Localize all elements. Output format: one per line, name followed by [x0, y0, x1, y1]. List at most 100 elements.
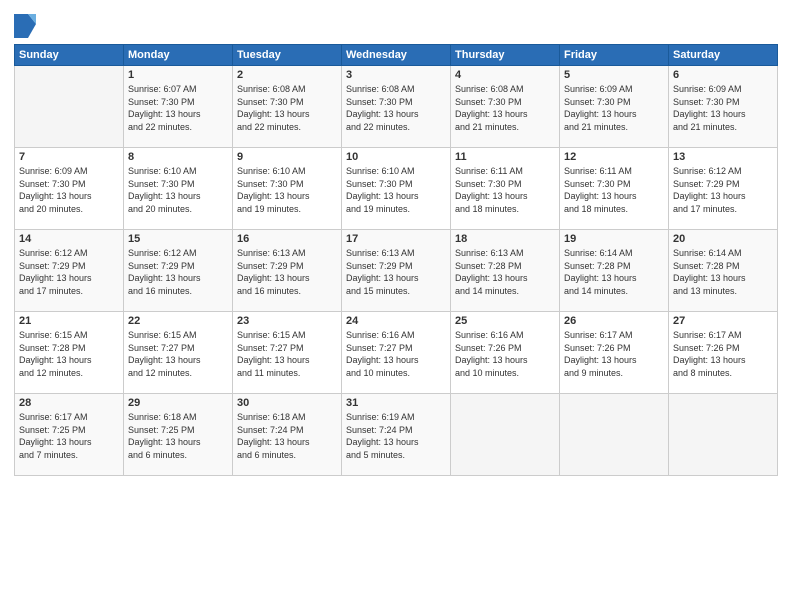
- day-cell: 3 Sunrise: 6:08 AMSunset: 7:30 PMDayligh…: [342, 66, 451, 148]
- day-cell: 14 Sunrise: 6:12 AMSunset: 7:29 PMDaylig…: [15, 230, 124, 312]
- day-number: 26: [564, 315, 664, 327]
- day-cell: 5 Sunrise: 6:09 AMSunset: 7:30 PMDayligh…: [560, 66, 669, 148]
- day-cell: 30 Sunrise: 6:18 AMSunset: 7:24 PMDaylig…: [233, 394, 342, 476]
- day-number: 2: [237, 69, 337, 81]
- day-cell: 29 Sunrise: 6:18 AMSunset: 7:25 PMDaylig…: [124, 394, 233, 476]
- day-cell: [15, 66, 124, 148]
- day-cell: 26 Sunrise: 6:17 AMSunset: 7:26 PMDaylig…: [560, 312, 669, 394]
- day-cell: 7 Sunrise: 6:09 AMSunset: 7:30 PMDayligh…: [15, 148, 124, 230]
- day-cell: 2 Sunrise: 6:08 AMSunset: 7:30 PMDayligh…: [233, 66, 342, 148]
- day-cell: 18 Sunrise: 6:13 AMSunset: 7:28 PMDaylig…: [451, 230, 560, 312]
- day-number: 31: [346, 397, 446, 409]
- day-number: 11: [455, 151, 555, 163]
- day-number: 3: [346, 69, 446, 81]
- day-cell: 27 Sunrise: 6:17 AMSunset: 7:26 PMDaylig…: [669, 312, 778, 394]
- logo-icon: [14, 10, 36, 38]
- day-number: 6: [673, 69, 773, 81]
- day-number: 21: [19, 315, 119, 327]
- day-number: 17: [346, 233, 446, 245]
- day-number: 8: [128, 151, 228, 163]
- day-info: Sunrise: 6:12 AMSunset: 7:29 PMDaylight:…: [19, 248, 92, 296]
- day-cell: 15 Sunrise: 6:12 AMSunset: 7:29 PMDaylig…: [124, 230, 233, 312]
- day-info: Sunrise: 6:13 AMSunset: 7:28 PMDaylight:…: [455, 248, 528, 296]
- day-info: Sunrise: 6:11 AMSunset: 7:30 PMDaylight:…: [564, 166, 637, 214]
- day-info: Sunrise: 6:08 AMSunset: 7:30 PMDaylight:…: [346, 84, 419, 132]
- day-info: Sunrise: 6:10 AMSunset: 7:30 PMDaylight:…: [237, 166, 310, 214]
- header-cell-tuesday: Tuesday: [233, 45, 342, 66]
- day-cell: 20 Sunrise: 6:14 AMSunset: 7:28 PMDaylig…: [669, 230, 778, 312]
- day-info: Sunrise: 6:15 AMSunset: 7:27 PMDaylight:…: [237, 330, 310, 378]
- day-number: 22: [128, 315, 228, 327]
- header-cell-friday: Friday: [560, 45, 669, 66]
- day-number: 18: [455, 233, 555, 245]
- day-info: Sunrise: 6:13 AMSunset: 7:29 PMDaylight:…: [346, 248, 419, 296]
- day-cell: [451, 394, 560, 476]
- week-row-3: 14 Sunrise: 6:12 AMSunset: 7:29 PMDaylig…: [15, 230, 778, 312]
- day-info: Sunrise: 6:09 AMSunset: 7:30 PMDaylight:…: [673, 84, 746, 132]
- day-number: 29: [128, 397, 228, 409]
- day-info: Sunrise: 6:17 AMSunset: 7:26 PMDaylight:…: [673, 330, 746, 378]
- day-cell: 23 Sunrise: 6:15 AMSunset: 7:27 PMDaylig…: [233, 312, 342, 394]
- day-info: Sunrise: 6:09 AMSunset: 7:30 PMDaylight:…: [19, 166, 92, 214]
- day-info: Sunrise: 6:08 AMSunset: 7:30 PMDaylight:…: [237, 84, 310, 132]
- day-number: 28: [19, 397, 119, 409]
- day-cell: 22 Sunrise: 6:15 AMSunset: 7:27 PMDaylig…: [124, 312, 233, 394]
- day-info: Sunrise: 6:16 AMSunset: 7:27 PMDaylight:…: [346, 330, 419, 378]
- day-number: 15: [128, 233, 228, 245]
- day-number: 27: [673, 315, 773, 327]
- day-info: Sunrise: 6:19 AMSunset: 7:24 PMDaylight:…: [346, 412, 419, 460]
- day-info: Sunrise: 6:18 AMSunset: 7:24 PMDaylight:…: [237, 412, 310, 460]
- day-number: 7: [19, 151, 119, 163]
- logo: [14, 10, 40, 38]
- day-cell: 24 Sunrise: 6:16 AMSunset: 7:27 PMDaylig…: [342, 312, 451, 394]
- day-info: Sunrise: 6:12 AMSunset: 7:29 PMDaylight:…: [673, 166, 746, 214]
- day-cell: 16 Sunrise: 6:13 AMSunset: 7:29 PMDaylig…: [233, 230, 342, 312]
- day-cell: [669, 394, 778, 476]
- day-number: 24: [346, 315, 446, 327]
- day-info: Sunrise: 6:16 AMSunset: 7:26 PMDaylight:…: [455, 330, 528, 378]
- day-info: Sunrise: 6:12 AMSunset: 7:29 PMDaylight:…: [128, 248, 201, 296]
- day-number: 10: [346, 151, 446, 163]
- day-info: Sunrise: 6:09 AMSunset: 7:30 PMDaylight:…: [564, 84, 637, 132]
- day-cell: 8 Sunrise: 6:10 AMSunset: 7:30 PMDayligh…: [124, 148, 233, 230]
- day-number: 20: [673, 233, 773, 245]
- day-info: Sunrise: 6:17 AMSunset: 7:26 PMDaylight:…: [564, 330, 637, 378]
- day-number: 14: [19, 233, 119, 245]
- header-cell-thursday: Thursday: [451, 45, 560, 66]
- day-number: 13: [673, 151, 773, 163]
- header-cell-sunday: Sunday: [15, 45, 124, 66]
- day-number: 9: [237, 151, 337, 163]
- day-cell: 10 Sunrise: 6:10 AMSunset: 7:30 PMDaylig…: [342, 148, 451, 230]
- day-number: 5: [564, 69, 664, 81]
- day-cell: [560, 394, 669, 476]
- day-cell: 17 Sunrise: 6:13 AMSunset: 7:29 PMDaylig…: [342, 230, 451, 312]
- day-info: Sunrise: 6:11 AMSunset: 7:30 PMDaylight:…: [455, 166, 528, 214]
- day-info: Sunrise: 6:15 AMSunset: 7:28 PMDaylight:…: [19, 330, 92, 378]
- day-info: Sunrise: 6:07 AMSunset: 7:30 PMDaylight:…: [128, 84, 201, 132]
- day-info: Sunrise: 6:13 AMSunset: 7:29 PMDaylight:…: [237, 248, 310, 296]
- day-cell: 19 Sunrise: 6:14 AMSunset: 7:28 PMDaylig…: [560, 230, 669, 312]
- day-cell: 6 Sunrise: 6:09 AMSunset: 7:30 PMDayligh…: [669, 66, 778, 148]
- day-cell: 12 Sunrise: 6:11 AMSunset: 7:30 PMDaylig…: [560, 148, 669, 230]
- day-number: 12: [564, 151, 664, 163]
- day-info: Sunrise: 6:14 AMSunset: 7:28 PMDaylight:…: [564, 248, 637, 296]
- day-cell: 13 Sunrise: 6:12 AMSunset: 7:29 PMDaylig…: [669, 148, 778, 230]
- calendar-table: SundayMondayTuesdayWednesdayThursdayFrid…: [14, 44, 778, 476]
- day-cell: 25 Sunrise: 6:16 AMSunset: 7:26 PMDaylig…: [451, 312, 560, 394]
- header-row: SundayMondayTuesdayWednesdayThursdayFrid…: [15, 45, 778, 66]
- day-cell: 21 Sunrise: 6:15 AMSunset: 7:28 PMDaylig…: [15, 312, 124, 394]
- day-cell: 11 Sunrise: 6:11 AMSunset: 7:30 PMDaylig…: [451, 148, 560, 230]
- day-number: 30: [237, 397, 337, 409]
- week-row-2: 7 Sunrise: 6:09 AMSunset: 7:30 PMDayligh…: [15, 148, 778, 230]
- day-number: 1: [128, 69, 228, 81]
- day-number: 4: [455, 69, 555, 81]
- day-cell: 31 Sunrise: 6:19 AMSunset: 7:24 PMDaylig…: [342, 394, 451, 476]
- week-row-1: 1 Sunrise: 6:07 AMSunset: 7:30 PMDayligh…: [15, 66, 778, 148]
- day-cell: 28 Sunrise: 6:17 AMSunset: 7:25 PMDaylig…: [15, 394, 124, 476]
- day-number: 16: [237, 233, 337, 245]
- day-number: 25: [455, 315, 555, 327]
- header: [14, 10, 778, 38]
- day-cell: 9 Sunrise: 6:10 AMSunset: 7:30 PMDayligh…: [233, 148, 342, 230]
- day-info: Sunrise: 6:10 AMSunset: 7:30 PMDaylight:…: [128, 166, 201, 214]
- day-info: Sunrise: 6:15 AMSunset: 7:27 PMDaylight:…: [128, 330, 201, 378]
